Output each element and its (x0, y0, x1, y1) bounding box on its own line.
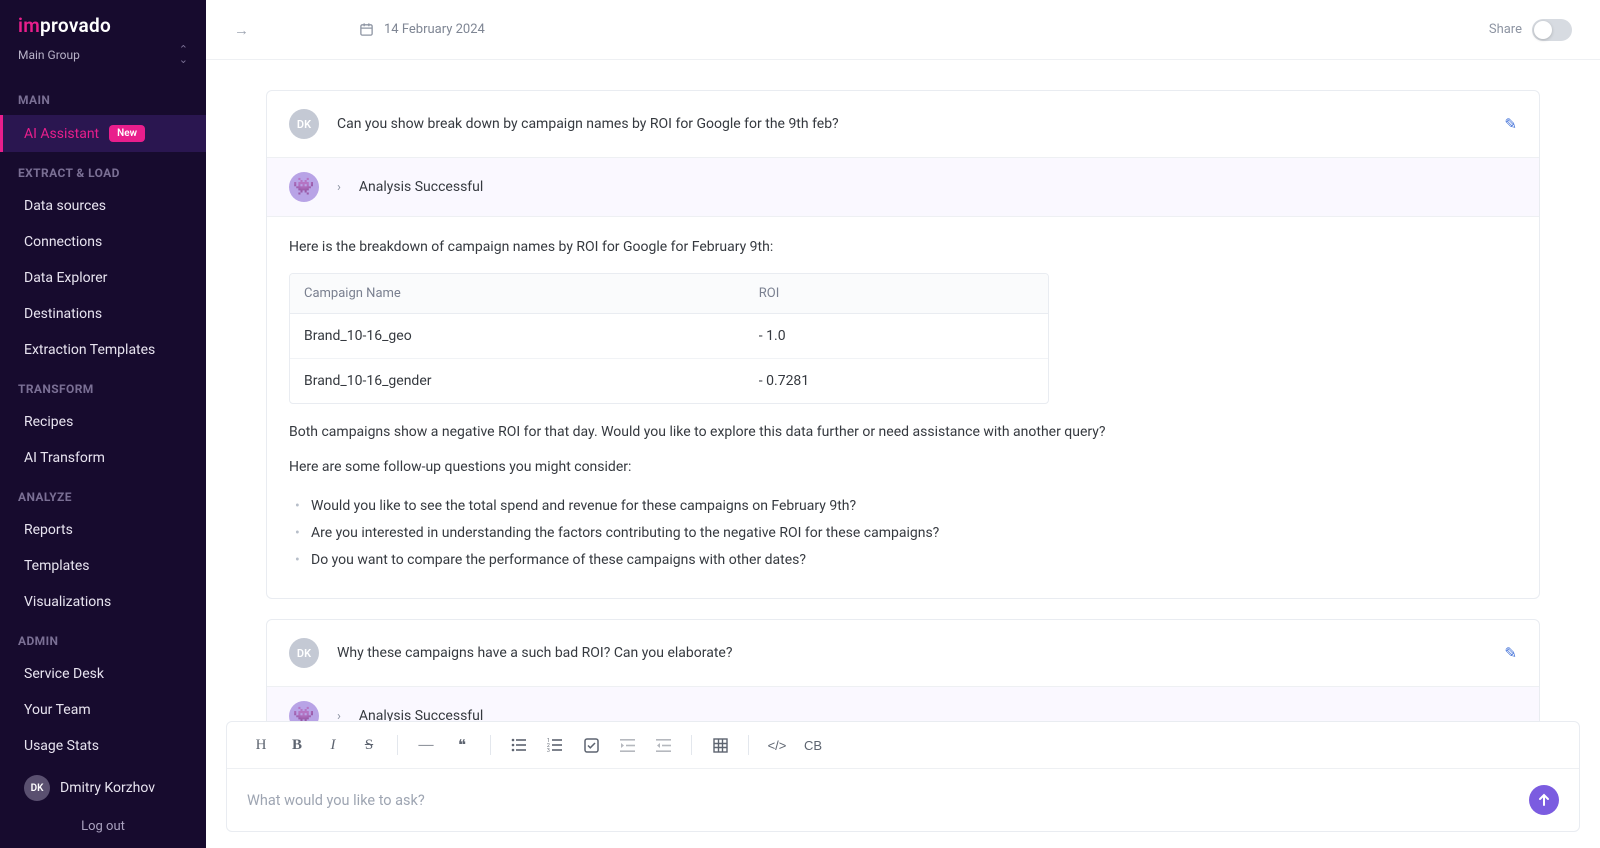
list-item: Are you interested in understanding the … (289, 520, 1517, 547)
sidebar-item-ai-transform[interactable]: AI Transform (0, 440, 206, 476)
chevron-up-down-icon: ⌃⌄ (179, 45, 188, 65)
user-avatar: DK (289, 638, 319, 668)
user-message-text: Can you show break down by campaign name… (337, 116, 1486, 132)
user-avatar: DK (289, 109, 319, 139)
list-item: Would you like to see the total spend an… (289, 493, 1517, 520)
followup-list: Would you like to see the total spend an… (289, 493, 1517, 574)
user-avatar: DK (24, 775, 50, 801)
table-header: ROI (745, 274, 1048, 314)
ordered-list-button[interactable]: 123 (539, 730, 571, 760)
share-toggle[interactable] (1532, 19, 1572, 41)
response-intro: Here is the breakdown of campaign names … (289, 237, 1517, 259)
bot-avatar-icon: 👾 (289, 172, 319, 202)
sidebar-item-your-team[interactable]: Your Team (0, 692, 206, 728)
status-text: Analysis Successful (359, 179, 483, 195)
separator (490, 735, 491, 755)
bot-avatar-icon: 👾 (289, 701, 319, 721)
user-name: Dmitry Korzhov (60, 780, 155, 796)
date-display[interactable]: 14 February 2024 (359, 22, 485, 37)
section-analyze: ANALYZE (0, 476, 206, 512)
italic-button[interactable]: I (317, 730, 349, 760)
sidebar-item-connections[interactable]: Connections (0, 224, 206, 260)
outdent-button[interactable] (611, 730, 643, 760)
table-row: Brand_10-16_gender - 0.7281 (290, 358, 1048, 403)
section-main: MAIN (0, 79, 206, 115)
chat-message-2: DK Why these campaigns have a such bad R… (266, 619, 1540, 721)
roi-table: Campaign Name ROI Brand_10-16_geo - 1.0 … (289, 273, 1049, 404)
share-label: Share (1489, 22, 1522, 37)
logout-button[interactable]: Log out (0, 811, 206, 834)
workspace-name: Main Group (18, 48, 80, 62)
user-profile[interactable]: DK Dmitry Korzhov (0, 765, 206, 811)
sidebar-item-extraction-templates[interactable]: Extraction Templates (0, 332, 206, 368)
table-header: Campaign Name (290, 274, 745, 314)
quote-button[interactable]: ❝ (446, 730, 478, 760)
section-admin: ADMIN (0, 620, 206, 656)
edit-icon[interactable]: ✎ (1504, 115, 1517, 133)
send-button[interactable] (1529, 785, 1559, 815)
assistant-response: Here is the breakdown of campaign names … (267, 216, 1539, 598)
bold-button[interactable]: B (281, 730, 313, 760)
sidebar-item-visualizations[interactable]: Visualizations (0, 584, 206, 620)
strikethrough-button[interactable]: S (353, 730, 385, 760)
workspace-switcher[interactable]: Main Group ⌃⌄ (0, 41, 206, 79)
new-badge: New (109, 125, 145, 142)
status-text: Analysis Successful (359, 708, 483, 721)
section-extract: EXTRACT & LOAD (0, 152, 206, 188)
chevron-right-icon: › (337, 180, 341, 195)
edit-icon[interactable]: ✎ (1504, 644, 1517, 662)
date-text: 14 February 2024 (384, 22, 485, 37)
separator (748, 735, 749, 755)
sidebar-item-service-desk[interactable]: Service Desk (0, 656, 206, 692)
sidebar-item-ai-assistant[interactable]: AI Assistant New (0, 115, 206, 152)
user-message-text: Why these campaigns have a such bad ROI?… (337, 645, 1486, 661)
codeblock-button[interactable]: CB (797, 730, 829, 760)
chevron-right-icon: › (337, 709, 341, 721)
chat-message-1: DK Can you show break down by campaign n… (266, 90, 1540, 599)
sidebar-item-usage-stats[interactable]: Usage Stats (0, 728, 206, 764)
calendar-icon (359, 22, 374, 37)
sidebar-item-data-sources[interactable]: Data sources (0, 188, 206, 224)
sidebar-item-data-explorer[interactable]: Data Explorer (0, 260, 206, 296)
table-button[interactable] (704, 730, 736, 760)
collapse-sidebar-icon[interactable]: → (234, 21, 249, 39)
table-row: Brand_10-16_geo - 1.0 (290, 313, 1048, 358)
code-button[interactable]: </> (761, 730, 793, 760)
analysis-status-row[interactable]: 👾 › Analysis Successful (267, 157, 1539, 216)
sidebar-item-destinations[interactable]: Destinations (0, 296, 206, 332)
analysis-status-row[interactable]: 👾 › Analysis Successful (267, 686, 1539, 721)
section-transform: TRANSFORM (0, 368, 206, 404)
followups-intro: Here are some follow-up questions you mi… (289, 457, 1517, 479)
sidebar-item-templates[interactable]: Templates (0, 548, 206, 584)
separator (397, 735, 398, 755)
nav-label: AI Assistant (24, 126, 99, 142)
checklist-button[interactable] (575, 730, 607, 760)
sidebar-item-recipes[interactable]: Recipes (0, 404, 206, 440)
arrow-up-icon (1537, 793, 1551, 807)
chat-input[interactable] (247, 792, 1529, 809)
indent-button[interactable] (647, 730, 679, 760)
composer: H B I S — ❝ 123 </> CB (226, 721, 1580, 832)
heading-button[interactable]: H (245, 730, 277, 760)
separator (691, 735, 692, 755)
hr-button[interactable]: — (410, 730, 442, 760)
logo: improvado (0, 14, 206, 41)
sidebar-item-reports[interactable]: Reports (0, 512, 206, 548)
response-followup: Both campaigns show a negative ROI for t… (289, 422, 1517, 444)
svg-text:3: 3 (547, 748, 550, 752)
list-item: Do you want to compare the performance o… (289, 547, 1517, 574)
bullet-list-button[interactable] (503, 730, 535, 760)
format-toolbar: H B I S — ❝ 123 </> CB (227, 722, 1579, 769)
